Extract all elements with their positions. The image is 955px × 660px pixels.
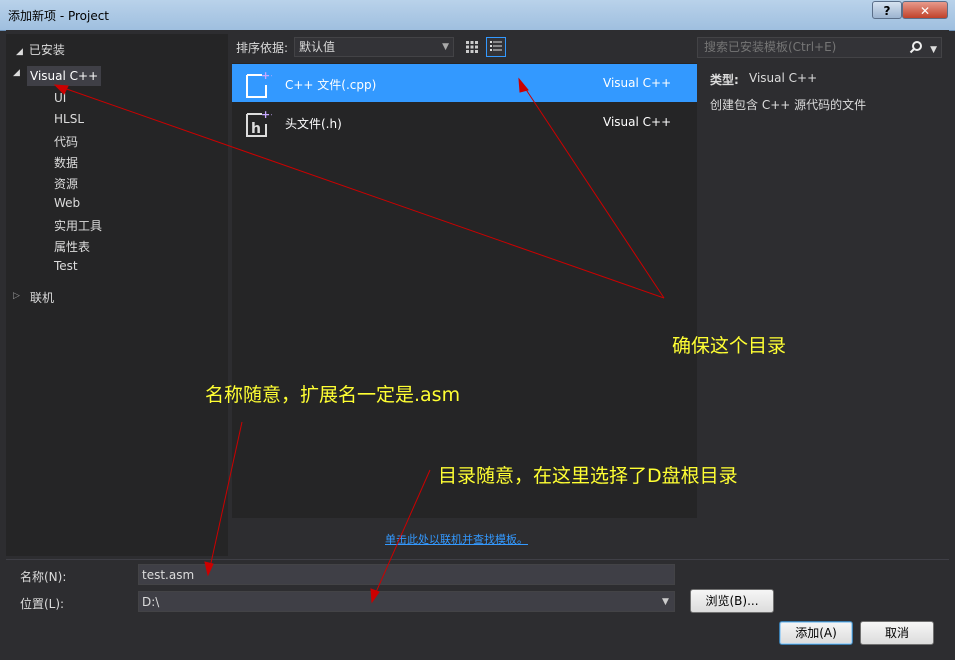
svg-text:h: h — [251, 121, 261, 137]
installed-header[interactable]: ◢ 已安装 — [16, 41, 65, 58]
chevron-down-icon: ▼ — [442, 42, 449, 52]
location-label: 位置(L): — [20, 597, 65, 611]
list-view-icon — [490, 41, 502, 51]
expand-right-icon[interactable]: ▷ — [13, 291, 20, 301]
annotation-name-note: 名称随意，扩展名一定是.asm — [205, 384, 461, 406]
template-info: 类型: Visual C++ 创建包含 C++ 源代码的文件 — [697, 63, 942, 518]
svg-text:++: ++ — [261, 69, 272, 82]
sort-value: 默认值 — [299, 40, 336, 54]
help-button[interactable]: ? — [872, 1, 902, 19]
header-file-icon: h ++ — [246, 108, 272, 137]
cpp-file-icon: ++ — [246, 69, 272, 98]
template-item-header[interactable]: h ++ 头文件(.h) Visual C++ — [232, 103, 697, 141]
online-templates-link[interactable]: 单击此处以联机并查找模板。 — [385, 531, 528, 547]
add-button[interactable]: 添加(A) — [779, 621, 853, 645]
type-label: 类型: — [710, 73, 739, 87]
sort-dropdown[interactable]: 默认值 ▼ — [294, 37, 454, 57]
grid-view-button[interactable] — [462, 37, 482, 57]
close-button[interactable]: ✕ — [902, 1, 948, 19]
grid-view-icon — [466, 41, 478, 53]
tree-item-resource[interactable]: 资源 — [54, 175, 78, 192]
search-icon[interactable] — [909, 40, 923, 54]
name-label: 名称(N): — [20, 570, 67, 584]
tree-item-web[interactable]: Web — [54, 196, 80, 210]
list-view-button[interactable] — [486, 37, 506, 57]
template-description: 创建包含 C++ 源代码的文件 — [710, 98, 867, 112]
browse-button[interactable]: 浏览(B)... — [690, 589, 774, 613]
tree-item-data[interactable]: 数据 — [54, 154, 78, 171]
tree-item-visual-cpp[interactable]: Visual C++ — [27, 66, 102, 86]
template-list: ++ C++ 文件(.cpp) Visual C++ h ++ 头文件(.h) … — [232, 63, 697, 518]
template-language: Visual C++ — [603, 76, 672, 90]
svg-text:++: ++ — [261, 108, 272, 121]
window-title: 添加新项 - Project — [8, 9, 110, 23]
tree-item-code[interactable]: 代码 — [54, 133, 78, 150]
template-language: Visual C++ — [603, 115, 672, 129]
annotation-directory-note: 目录随意，在这里选择了D盘根目录 — [438, 465, 738, 487]
title-bar: 添加新项 - Project ? ✕ — [0, 0, 955, 31]
template-item-cpp[interactable]: ++ C++ 文件(.cpp) Visual C++ — [232, 64, 697, 102]
search-box[interactable]: ▼ — [697, 37, 942, 58]
tree-item-test[interactable]: Test — [54, 259, 78, 273]
annotation-ensure-directory: 确保这个目录 — [672, 335, 787, 357]
cancel-button[interactable]: 取消 — [860, 621, 934, 645]
location-field[interactable] — [138, 591, 675, 612]
tree-item-ui[interactable]: UI — [54, 91, 66, 105]
expand-icon[interactable]: ◢ — [13, 68, 20, 78]
template-name: C++ 文件(.cpp) — [285, 78, 377, 92]
template-name: 头文件(.h) — [285, 117, 342, 131]
name-field[interactable] — [138, 564, 675, 585]
sort-label: 排序依据: — [236, 41, 289, 55]
tree-item-hlsl[interactable]: HLSL — [54, 112, 84, 126]
type-value: Visual C++ — [749, 71, 818, 85]
search-options-icon[interactable]: ▼ — [930, 41, 937, 60]
search-input[interactable] — [702, 39, 906, 55]
tree-item-property-sheet[interactable]: 属性表 — [54, 238, 90, 255]
chevron-down-icon[interactable]: ▼ — [662, 597, 669, 607]
collapse-icon: ◢ — [16, 47, 23, 57]
tree-item-utility[interactable]: 实用工具 — [54, 217, 102, 234]
tree-item-online[interactable]: 联机 — [30, 289, 54, 306]
